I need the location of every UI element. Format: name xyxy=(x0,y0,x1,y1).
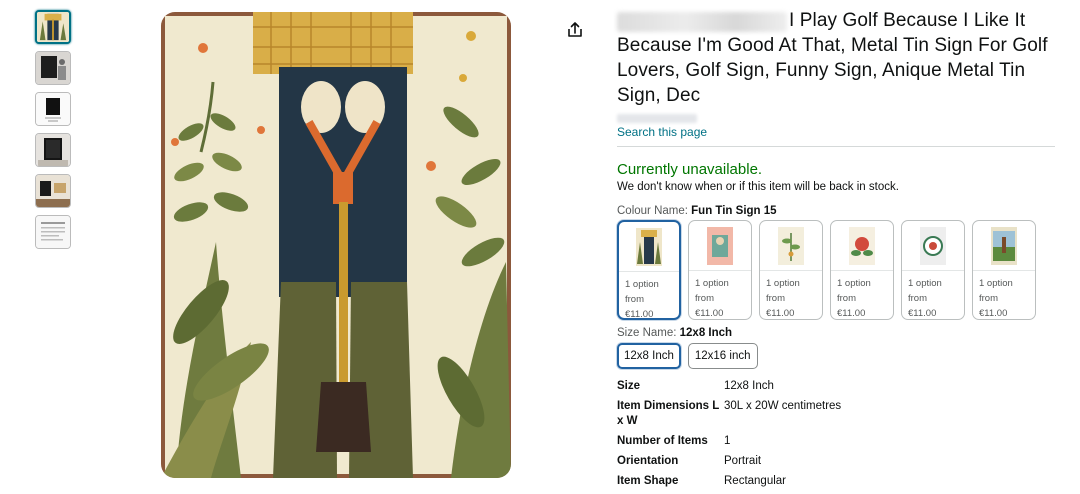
colour-swatch-2[interactable]: 1 option from €11.00 xyxy=(688,220,752,320)
colour-swatch-6[interactable]: 1 option from €11.00 xyxy=(972,220,1036,320)
swatch-price-info: 1 option from €11.00 xyxy=(908,276,942,321)
swatch-option-count: 1 option xyxy=(979,278,1013,289)
swatch-from: from xyxy=(908,293,927,304)
colour-swatch-3[interactable]: 1 option from €11.00 xyxy=(759,220,823,320)
size-options: 12x8 Inch 12x16 inch xyxy=(617,343,1057,369)
swatch-option-count: 1 option xyxy=(625,279,659,290)
swatch-divider xyxy=(831,270,893,271)
size-option-12x8[interactable]: 12x8 Inch xyxy=(617,343,681,369)
swatch-image xyxy=(849,227,875,265)
redacted-store-link xyxy=(617,114,697,123)
swatch-divider xyxy=(973,270,1035,271)
spec-value: 30L x 20W centimetres xyxy=(724,400,842,412)
swatch-price-info: 1 option from €11.00 xyxy=(979,276,1013,321)
swatch-image xyxy=(707,227,733,265)
thumbnail-2[interactable] xyxy=(35,51,71,85)
swatch-price-info: 1 option from €11.00 xyxy=(695,276,729,321)
size-label-text: Size Name: xyxy=(617,327,677,339)
title-row: I Play Golf Because I Like It Because I'… xyxy=(617,8,1057,108)
availability-status: Currently unavailable. xyxy=(617,161,763,178)
swatch-divider xyxy=(902,270,964,271)
spec-row-dimensions: Item Dimensions L x W 30L x 20W centimet… xyxy=(617,399,1057,429)
swatch-option-count: 1 option xyxy=(837,278,871,289)
spec-key: Orientation xyxy=(617,455,679,467)
spec-row-number-of-items: Number of Items 1 xyxy=(617,434,1057,449)
divider xyxy=(617,146,1055,147)
spec-row-size: Size 12x8 Inch xyxy=(617,379,1057,394)
swatch-from: from xyxy=(837,293,856,304)
size-option-12x16[interactable]: 12x16 inch xyxy=(687,343,758,369)
spec-key: Number of Items xyxy=(617,435,708,447)
colour-label-text: Colour Name: xyxy=(617,205,688,217)
swatch-divider xyxy=(760,270,822,271)
spec-key: Item Dimensions L x W xyxy=(617,400,720,427)
colour-label: Colour Name: Fun Tin Sign 15 xyxy=(617,205,1057,217)
product-specs: Size 12x8 Inch Item Dimensions L x W 30L… xyxy=(617,379,1057,489)
swatch-divider xyxy=(619,271,679,272)
swatch-from: from xyxy=(766,293,785,304)
spec-value: Rectangular xyxy=(724,475,787,487)
spec-key: Item Shape xyxy=(617,475,679,487)
thumbnail-1[interactable] xyxy=(35,10,71,44)
colour-selected-value: Fun Tin Sign 15 xyxy=(691,205,777,217)
colour-swatch-4[interactable]: 1 option from €11.00 xyxy=(830,220,894,320)
spec-key: Size xyxy=(617,380,641,392)
swatch-price-info: 1 option from €11.00 xyxy=(625,277,659,322)
size-label: Size Name: 12x8 Inch xyxy=(617,327,1057,339)
swatch-price-info: 1 option from €11.00 xyxy=(766,276,800,321)
main-product-image[interactable] xyxy=(161,12,511,478)
spec-value: 1 xyxy=(724,435,731,447)
spec-value: Portrait xyxy=(724,455,762,467)
thumbnail-5[interactable] xyxy=(35,174,71,208)
redacted-brand xyxy=(617,12,787,32)
swatch-divider xyxy=(689,270,751,271)
size-selected-value: 12x8 Inch xyxy=(679,327,733,339)
thumbnail-list xyxy=(35,10,73,256)
search-this-page-link[interactable]: Search this page xyxy=(617,125,707,139)
swatch-option-count: 1 option xyxy=(766,278,800,289)
swatch-price: €11.00 xyxy=(695,308,724,319)
colour-swatches: 1 option from €11.00 1 option from €11.0… xyxy=(617,220,1057,320)
swatch-price: €11.00 xyxy=(625,309,654,320)
swatch-from: from xyxy=(979,293,998,304)
swatch-price: €11.00 xyxy=(908,308,937,319)
stock-note: We don't know when or if this item will … xyxy=(617,181,899,193)
swatch-image xyxy=(636,228,662,266)
thumbnail-4[interactable] xyxy=(35,133,71,167)
swatch-price: €11.00 xyxy=(837,308,866,319)
swatch-price-info: 1 option from €11.00 xyxy=(837,276,871,321)
colour-swatch-5[interactable]: 1 option from €11.00 xyxy=(901,220,965,320)
thumbnail-6[interactable] xyxy=(35,215,71,249)
share-icon[interactable] xyxy=(565,20,585,40)
spec-row-orientation: Orientation Portrait xyxy=(617,454,1057,469)
spec-value: 12x8 Inch xyxy=(724,380,774,392)
swatch-from: from xyxy=(625,294,644,305)
thumbnail-3[interactable] xyxy=(35,92,71,126)
product-details: I Play Golf Because I Like It Because I'… xyxy=(617,8,1057,494)
spec-row-item-shape: Item Shape Rectangular xyxy=(617,474,1057,489)
swatch-image xyxy=(991,227,1017,265)
swatch-image xyxy=(778,227,804,265)
swatch-image xyxy=(920,227,946,265)
colour-swatch-1[interactable]: 1 option from €11.00 xyxy=(617,220,681,320)
swatch-option-count: 1 option xyxy=(908,278,942,289)
swatch-price: €11.00 xyxy=(979,308,1008,319)
swatch-price: €11.00 xyxy=(766,308,795,319)
swatch-from: from xyxy=(695,293,714,304)
swatch-option-count: 1 option xyxy=(695,278,729,289)
